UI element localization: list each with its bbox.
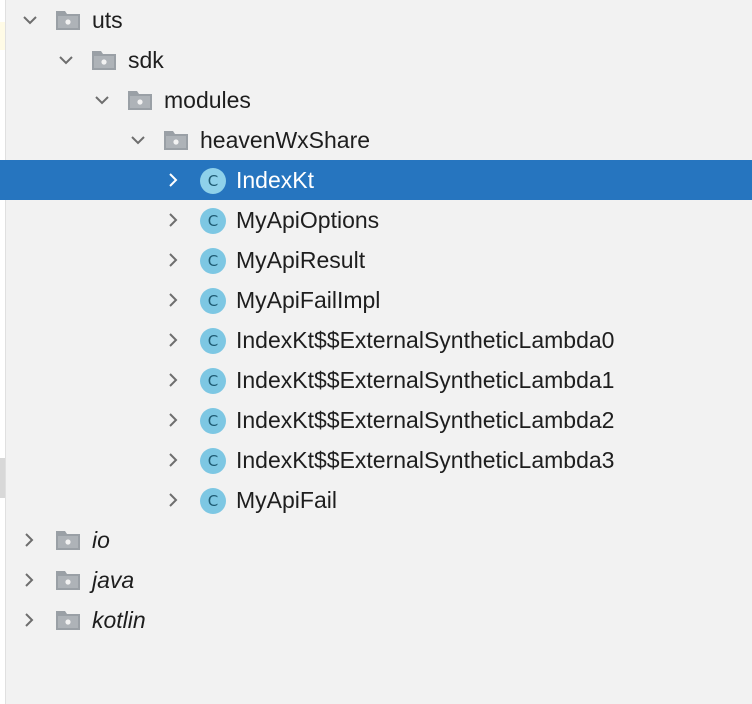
chevron-right-icon[interactable] bbox=[163, 490, 183, 510]
tree-node-label: sdk bbox=[128, 47, 164, 73]
tree-node-label: IndexKt$$ExternalSyntheticLambda0 bbox=[236, 327, 615, 353]
class-icon: C bbox=[200, 208, 226, 234]
chevron-down-icon[interactable] bbox=[92, 90, 112, 110]
tree-node-class[interactable]: C IndexKt$$ExternalSyntheticLambda2 bbox=[0, 400, 752, 440]
package-folder-icon bbox=[91, 49, 117, 71]
chevron-right-icon[interactable] bbox=[19, 530, 39, 550]
class-icon: C bbox=[200, 248, 226, 274]
package-folder-icon bbox=[163, 129, 189, 151]
package-folder-icon bbox=[55, 609, 81, 631]
chevron-right-icon[interactable] bbox=[19, 570, 39, 590]
tree-node-io[interactable]: io bbox=[0, 520, 752, 560]
tree-node-label: IndexKt bbox=[236, 167, 314, 193]
tree-node-heavenwxshare[interactable]: heavenWxShare bbox=[0, 120, 752, 160]
tree-node-sdk[interactable]: sdk bbox=[0, 40, 752, 80]
tree-node-class[interactable]: C MyApiFail bbox=[0, 480, 752, 520]
tree-node-class[interactable]: C IndexKt bbox=[0, 160, 752, 200]
tree-node-label: uts bbox=[92, 7, 123, 33]
tree-node-uts[interactable]: uts bbox=[0, 0, 752, 40]
tree-node-modules[interactable]: modules bbox=[0, 80, 752, 120]
package-folder-icon bbox=[55, 569, 81, 591]
tree-node-label: IndexKt$$ExternalSyntheticLambda3 bbox=[236, 447, 615, 473]
tree-node-java[interactable]: java bbox=[0, 560, 752, 600]
tree-node-class[interactable]: C IndexKt$$ExternalSyntheticLambda3 bbox=[0, 440, 752, 480]
class-icon: C bbox=[200, 168, 226, 194]
tree-node-class[interactable]: C IndexKt$$ExternalSyntheticLambda0 bbox=[0, 320, 752, 360]
chevron-right-icon[interactable] bbox=[163, 450, 183, 470]
class-icon: C bbox=[200, 408, 226, 434]
class-icon: C bbox=[200, 488, 226, 514]
class-icon: C bbox=[200, 448, 226, 474]
chevron-down-icon[interactable] bbox=[56, 50, 76, 70]
tree-node-class[interactable]: C MyApiFailImpl bbox=[0, 280, 752, 320]
tree-node-label: MyApiOptions bbox=[236, 207, 380, 233]
chevron-right-icon[interactable] bbox=[163, 330, 183, 350]
tree-node-label: io bbox=[92, 527, 110, 553]
tree-node-label: heavenWxShare bbox=[200, 127, 371, 153]
tree-node-class[interactable]: C IndexKt$$ExternalSyntheticLambda1 bbox=[0, 360, 752, 400]
chevron-right-icon[interactable] bbox=[163, 370, 183, 390]
package-folder-icon bbox=[55, 9, 81, 31]
chevron-right-icon[interactable] bbox=[163, 290, 183, 310]
tree-node-label: MyApiResult bbox=[236, 247, 366, 273]
tree-node-label: IndexKt$$ExternalSyntheticLambda1 bbox=[236, 367, 615, 393]
chevron-right-icon[interactable] bbox=[163, 410, 183, 430]
tree-node-label: kotlin bbox=[92, 607, 146, 633]
chevron-right-icon[interactable] bbox=[163, 250, 183, 270]
chevron-right-icon[interactable] bbox=[19, 610, 39, 630]
package-folder-icon bbox=[127, 89, 153, 111]
tree-node-label: java bbox=[92, 567, 135, 593]
chevron-right-icon[interactable] bbox=[163, 210, 183, 230]
tree-node-label: IndexKt$$ExternalSyntheticLambda2 bbox=[236, 407, 615, 433]
chevron-down-icon[interactable] bbox=[20, 10, 40, 30]
chevron-down-icon[interactable] bbox=[128, 130, 148, 150]
chevron-right-icon[interactable] bbox=[163, 170, 183, 190]
tree-node-kotlin[interactable]: kotlin bbox=[0, 600, 752, 640]
class-icon: C bbox=[200, 368, 226, 394]
class-icon: C bbox=[200, 328, 226, 354]
project-tree: uts sdk modules heavenWxShare C IndexKt … bbox=[0, 0, 752, 640]
tree-node-label: MyApiFailImpl bbox=[236, 287, 381, 313]
tree-node-class[interactable]: C MyApiResult bbox=[0, 240, 752, 280]
tree-node-label: MyApiFail bbox=[236, 487, 337, 513]
class-icon: C bbox=[200, 288, 226, 314]
tree-node-class[interactable]: C MyApiOptions bbox=[0, 200, 752, 240]
tree-node-label: modules bbox=[164, 87, 251, 113]
package-folder-icon bbox=[55, 529, 81, 551]
